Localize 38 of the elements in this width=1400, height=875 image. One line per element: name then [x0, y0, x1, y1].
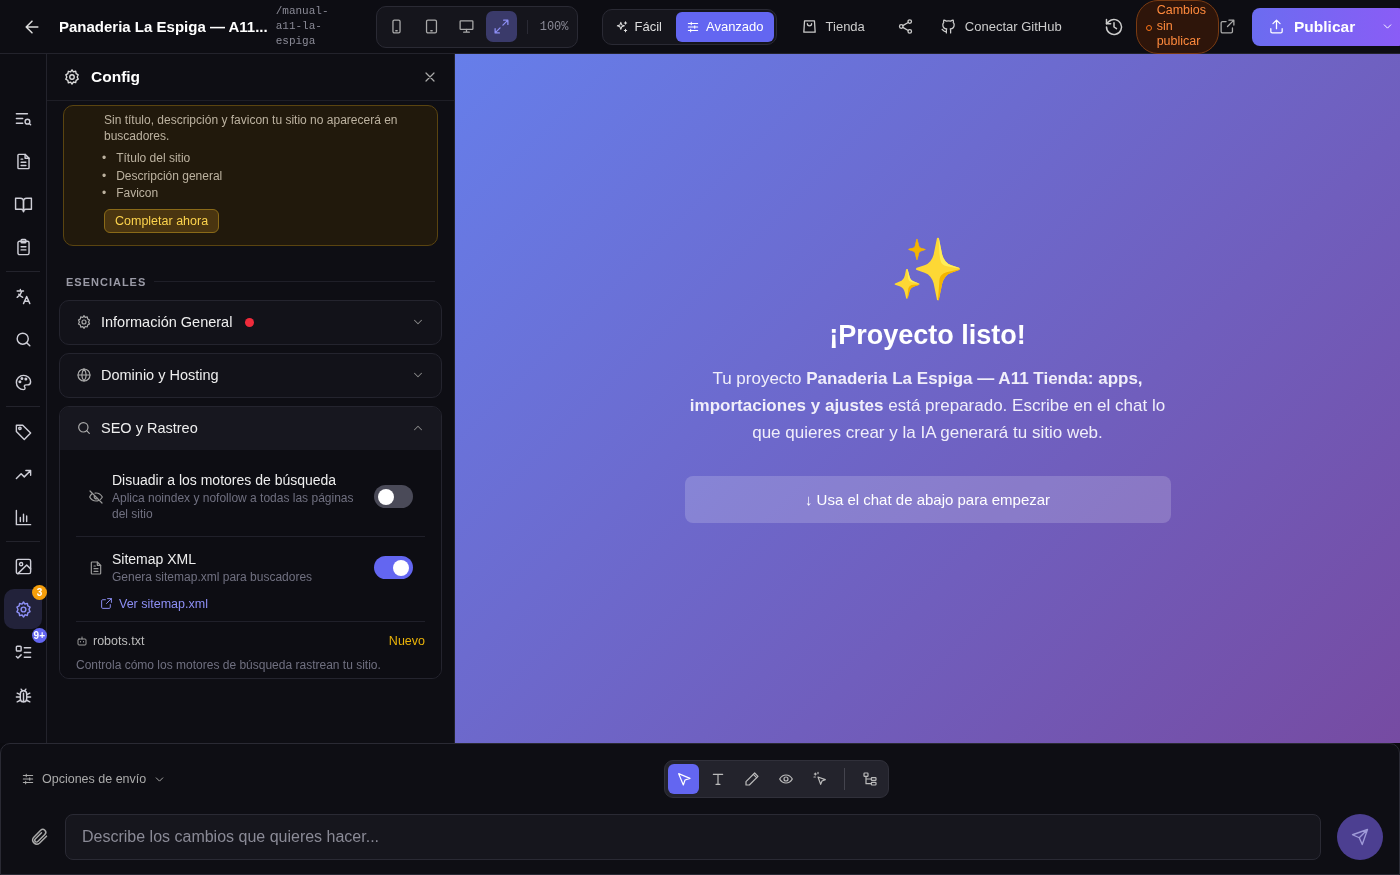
accordion-header[interactable]: Información General [60, 300, 441, 344]
preview-description: Tu proyecto Panaderia La Espiga — A11 Tienda: apps, importaciones y ajustes está preparado. Escribe en el chat lo que quieres crear y la IA generará tu sitio web. [688, 368, 1167, 444]
preview-title: ¡Proyecto listo! [829, 320, 1026, 351]
robots-description: Controla cómo los motores de búsqueda rastrean tu sitio. [76, 657, 382, 672]
bullet-mark: • [102, 185, 107, 202]
connect-github-button[interactable]: Conectar GitHub [931, 11, 1070, 42]
bullet-mark: • [102, 167, 107, 185]
new-label: Nuevo [388, 633, 425, 648]
sparkles-emoji: ✨ [890, 234, 965, 304]
panel-title: Config [91, 68, 142, 86]
count-badge: 3 [32, 585, 47, 600]
zoom-level: 100% [526, 19, 573, 34]
setting-description: Genera sitemap.xml para buscadores [112, 568, 314, 585]
sitemap-link[interactable]: Ver sitemap.xml [100, 596, 413, 611]
missing-item: Favicon [116, 185, 159, 202]
accordion-header[interactable]: Dominio y Hosting [60, 353, 441, 397]
mode-tab[interactable]: Fácil [604, 11, 672, 42]
send-options-button[interactable]: Opciones de envío [21, 772, 167, 786]
accordion-header[interactable]: SEO y Rastreo [60, 406, 441, 450]
missing-item: Título del sitio [116, 150, 191, 167]
setting-title: Disuadir a los motores de búsqueda [112, 471, 338, 488]
robots-label: robots.txt [93, 633, 145, 648]
missing-item: Descripción general [116, 167, 223, 185]
setting-title: Sitemap XML [112, 550, 198, 567]
bullet-mark: • [102, 150, 107, 167]
project-slug: /manual-a11-la-espiga [275, 4, 330, 49]
publish-button[interactable]: Publicar [1252, 7, 1400, 46]
warning-text: Sin título, descripción y favicon tu sitio no aparecerá en buscadores. [104, 112, 399, 144]
store-button[interactable]: Tienda [792, 11, 873, 42]
project-title: Panaderia La Espiga — A11... [59, 18, 268, 35]
count-badge: 9+ [31, 628, 47, 643]
mode-tab[interactable]: Avanzado [675, 11, 774, 42]
message-input[interactable]: Describe los cambios que quieres hacer... [65, 814, 1321, 860]
unpublished-status: Cambios sin publicar [1135, 0, 1219, 54]
section-label: ESENCIALES [66, 275, 435, 288]
complete-now-button[interactable]: Completar ahora [104, 208, 220, 233]
chat-hint: ↓ Usa el chat de abajo para empezar [684, 476, 1171, 523]
setting-description: Aplica noindex y nofollow a todas las páginas del sitio [112, 489, 355, 522]
